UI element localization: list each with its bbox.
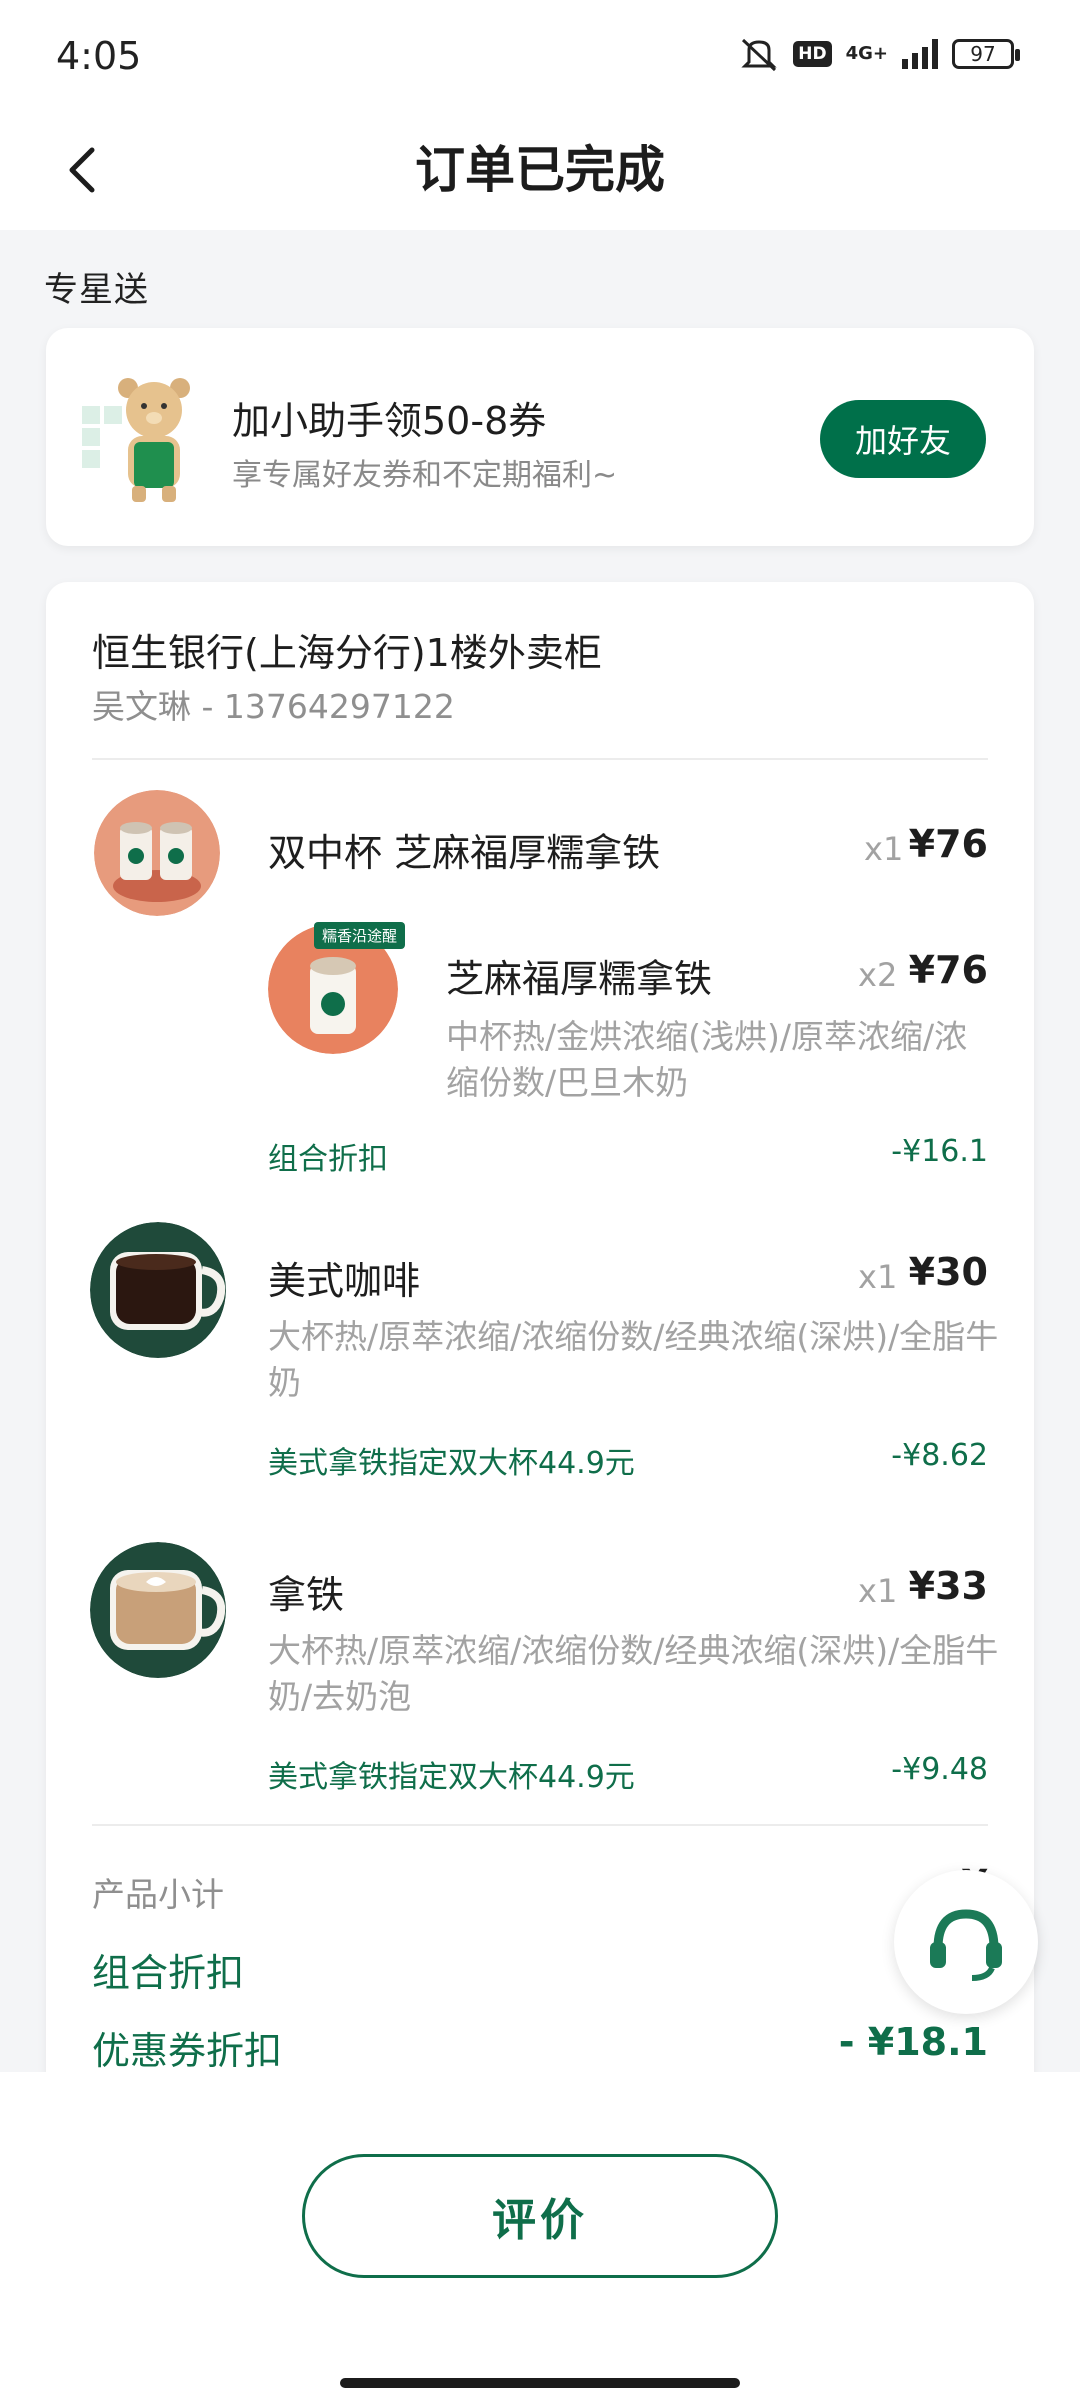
- item-price: ¥30: [908, 1250, 988, 1294]
- item-discount-label: 组合折扣: [268, 1142, 388, 1177]
- headset-icon: [930, 1909, 1002, 1981]
- item-qty: x1: [864, 830, 904, 868]
- item-discount-value: -¥16.1: [891, 1134, 988, 1169]
- mute-icon: [739, 36, 779, 72]
- status-icons: HD 4G+ 97: [739, 36, 1020, 72]
- hd-badge: HD: [793, 41, 832, 67]
- home-indicator[interactable]: [340, 2378, 740, 2388]
- item-price: ¥33: [908, 1564, 988, 1608]
- item-spec: 大杯热/原萃浓缩/浓缩份数/经典浓缩(深烘)/全脂牛奶/去奶泡: [268, 1631, 999, 1716]
- customer-service-button[interactable]: [894, 1870, 1038, 2014]
- divider: [92, 758, 988, 760]
- divider: [92, 1824, 988, 1826]
- add-friend-button[interactable]: 加好友: [820, 400, 986, 478]
- battery-icon: 97: [952, 39, 1020, 69]
- review-button[interactable]: 评价: [302, 2154, 778, 2278]
- item-discount-label: 美式拿铁指定双大杯44.9元: [268, 1446, 635, 1481]
- item-discount-value: -¥8.62: [891, 1438, 988, 1473]
- status-time: 4:05: [56, 34, 142, 78]
- product-image-americano: [90, 1222, 226, 1358]
- assistant-promo-card[interactable]: 加小助手领50-8券 享专属好友券和不定期福利~ 加好友: [46, 328, 1034, 546]
- page-header: 订单已完成: [0, 110, 1080, 230]
- promo-title: 加小助手领50-8券: [232, 399, 547, 443]
- item-name: 美式咖啡: [268, 1259, 421, 1303]
- sub-item-spec: 中杯热/金烘浓缩(浅烘)/原萃浓缩/浓缩份数/巴旦木奶: [446, 1017, 968, 1102]
- item-name: 拿铁: [268, 1573, 345, 1617]
- promo-badge: 糯香沿途醒: [314, 922, 406, 949]
- item-discount-label: 美式拿铁指定双大杯44.9元: [268, 1760, 635, 1795]
- product-image-combo: [94, 790, 220, 916]
- item-qty: x1: [858, 1258, 898, 1296]
- signal-icon: [902, 39, 938, 69]
- status-bar: 4:05 HD 4G+ 97: [0, 0, 1080, 110]
- combo-discount-label: 组合折扣: [92, 1951, 245, 1995]
- network-label: 4G+: [845, 43, 888, 64]
- delivery-address: 恒生银行(上海分行)1楼外卖柜: [92, 631, 602, 675]
- item-spec: 大杯热/原萃浓缩/浓缩份数/经典浓缩(深烘)/全脂牛奶: [268, 1317, 999, 1402]
- coupon-discount-label: 优惠券折扣: [92, 2029, 283, 2073]
- sub-item-price: ¥76: [908, 948, 988, 992]
- recipient-contact: 吴文琳 - 13764297122: [92, 687, 455, 726]
- coupon-discount-value: - ¥18.1: [838, 2020, 988, 2064]
- delivery-brand-label: 专星送: [44, 270, 149, 310]
- product-image-latte: [90, 1542, 226, 1678]
- bottom-action-bar: 评价: [0, 2072, 1080, 2400]
- item-name: 双中杯 芝麻福厚糯拿铁: [268, 831, 661, 875]
- promo-subtitle: 享专属好友券和不定期福利~: [232, 458, 618, 493]
- page-title: 订单已完成: [415, 141, 665, 199]
- subtotal-label: 产品小计: [92, 1875, 224, 1914]
- item-price: ¥76: [908, 822, 988, 866]
- bear-mascot-icon: [80, 376, 210, 506]
- item-qty: x1: [858, 1572, 898, 1610]
- sub-item-qty: x2: [858, 956, 898, 994]
- order-details-card: 恒生银行(上海分行)1楼外卖柜 吴文琳 - 13764297122 双中杯 芝麻…: [46, 582, 1034, 2182]
- sub-item-name: 芝麻福厚糯拿铁: [446, 957, 713, 1001]
- item-discount-value: -¥9.48: [891, 1752, 988, 1787]
